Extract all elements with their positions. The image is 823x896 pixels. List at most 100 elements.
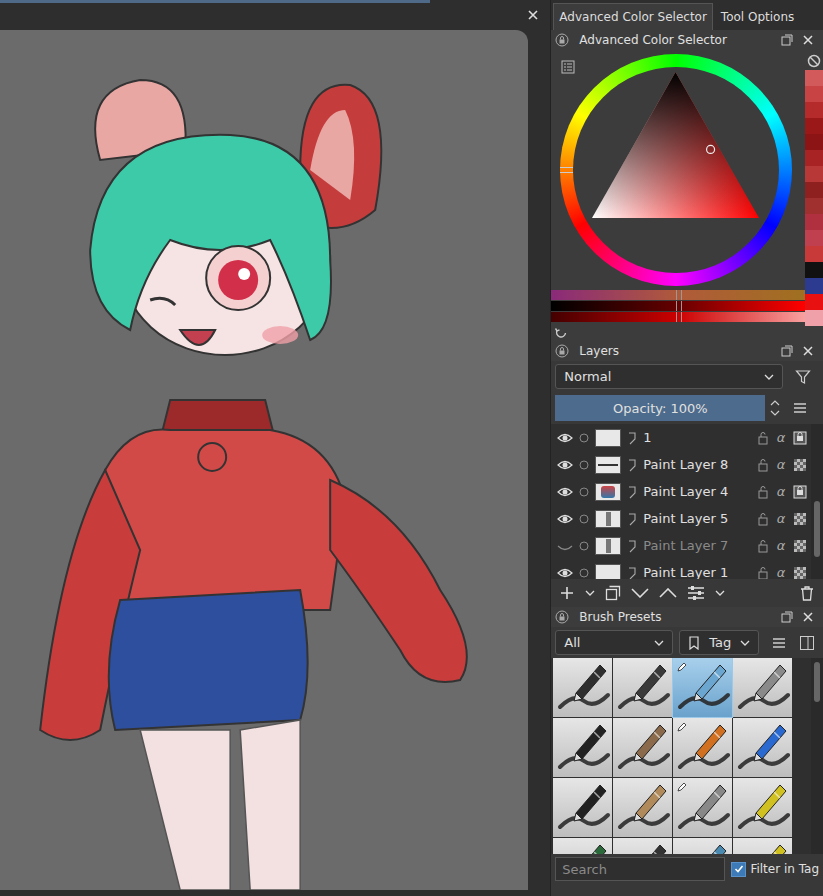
lock-icon[interactable] xyxy=(757,539,769,553)
eye-icon[interactable] xyxy=(557,459,573,471)
layer-row[interactable]: Paint Layer 8α xyxy=(551,451,811,478)
clear-history-icon[interactable] xyxy=(807,54,821,68)
layer-row[interactable]: Paint Layer 5α xyxy=(551,505,811,532)
brush-preset[interactable] xyxy=(553,778,612,837)
lock-icon[interactable] xyxy=(757,485,769,499)
brush-preset[interactable] xyxy=(673,778,732,837)
eye-icon[interactable] xyxy=(557,432,573,444)
lock-icon[interactable] xyxy=(555,344,569,358)
brush-preset[interactable] xyxy=(673,658,732,717)
lock-icon[interactable] xyxy=(555,610,569,624)
blend-mode-dropdown[interactable]: Normal xyxy=(555,364,783,389)
brush-preset[interactable] xyxy=(733,778,792,837)
lock-icon[interactable] xyxy=(757,566,769,580)
history-swatch[interactable] xyxy=(805,70,823,86)
color-slider[interactable] xyxy=(551,301,805,311)
alpha-lock-toggle[interactable]: α xyxy=(775,484,787,499)
alpha-lock-toggle[interactable]: α xyxy=(775,538,787,553)
close-icon[interactable] xyxy=(803,346,813,356)
layer-row[interactable]: Paint Layer 1α xyxy=(551,559,811,579)
lock-icon[interactable] xyxy=(757,512,769,526)
preset-search-field[interactable]: Search xyxy=(555,857,725,881)
properties-icon[interactable] xyxy=(687,585,705,601)
color-slider[interactable] xyxy=(551,290,805,300)
inherit-alpha-icon[interactable] xyxy=(793,566,807,580)
history-swatch[interactable] xyxy=(805,86,823,102)
color-slider[interactable] xyxy=(551,312,805,322)
opacity-slider[interactable]: Opacity: 100% xyxy=(555,395,765,421)
layer-row[interactable]: Paint Layer 4α xyxy=(551,478,811,505)
alpha-lock-toggle[interactable]: α xyxy=(775,457,787,472)
layer-row[interactable]: 1α xyxy=(551,424,811,451)
scrollbar[interactable] xyxy=(811,424,823,579)
eye-icon[interactable] xyxy=(557,486,573,498)
select-circle-icon[interactable] xyxy=(579,433,589,443)
trash-icon[interactable] xyxy=(799,585,815,601)
history-swatch[interactable] xyxy=(805,166,823,182)
history-swatch[interactable] xyxy=(805,310,823,326)
alpha-lock-toggle[interactable]: α xyxy=(775,430,787,445)
inherit-alpha-icon[interactable] xyxy=(793,539,807,553)
select-circle-icon[interactable] xyxy=(579,487,589,497)
brush-preset[interactable] xyxy=(733,838,792,854)
move-down-icon[interactable] xyxy=(631,588,649,598)
alpha-lock-toggle[interactable]: α xyxy=(775,511,787,526)
tag-dropdown[interactable]: Tag xyxy=(679,630,759,655)
inherit-alpha-icon[interactable] xyxy=(793,458,807,472)
brush-preset[interactable] xyxy=(613,718,672,777)
color-cursor[interactable] xyxy=(707,145,715,153)
inherit-alpha-on-icon[interactable] xyxy=(793,431,807,445)
lock-icon[interactable] xyxy=(555,33,569,47)
history-swatch[interactable] xyxy=(805,150,823,166)
lock-icon[interactable] xyxy=(757,458,769,472)
brush-preset[interactable] xyxy=(613,778,672,837)
refresh-icon[interactable] xyxy=(554,326,568,340)
history-swatch[interactable] xyxy=(805,294,823,310)
float-icon[interactable] xyxy=(781,34,793,46)
lock-icon[interactable] xyxy=(757,431,769,445)
grid-view-icon[interactable] xyxy=(799,635,815,651)
float-icon[interactable] xyxy=(781,345,793,357)
history-swatch[interactable] xyxy=(805,118,823,134)
eye-closed-icon[interactable] xyxy=(557,540,573,552)
spin-arrows-icon[interactable] xyxy=(770,397,780,419)
select-circle-icon[interactable] xyxy=(579,514,589,524)
brush-preset[interactable] xyxy=(553,658,612,717)
chevron-down-icon[interactable] xyxy=(585,590,595,596)
brush-preset[interactable] xyxy=(553,718,612,777)
canvas[interactable] xyxy=(0,30,528,890)
history-swatch[interactable] xyxy=(805,182,823,198)
close-icon[interactable] xyxy=(803,612,813,622)
history-swatch[interactable] xyxy=(805,278,823,294)
select-circle-icon[interactable] xyxy=(579,460,589,470)
alpha-lock-toggle[interactable]: α xyxy=(775,565,787,579)
history-swatch[interactable] xyxy=(805,262,823,278)
settings-icon[interactable] xyxy=(561,60,575,74)
docker-tab[interactable]: Tool Options xyxy=(715,3,800,30)
brush-preset[interactable] xyxy=(673,718,732,777)
brush-preset[interactable] xyxy=(553,838,612,854)
brush-preset[interactable] xyxy=(613,658,672,717)
preset-filter-dropdown[interactable]: All xyxy=(555,630,673,655)
hue-ring[interactable] xyxy=(560,54,792,286)
docker-tab[interactable]: Advanced Color Selector xyxy=(553,3,713,30)
brush-preset[interactable] xyxy=(733,718,792,777)
menu-icon[interactable] xyxy=(792,400,808,416)
move-up-icon[interactable] xyxy=(659,588,677,598)
scrollbar[interactable] xyxy=(811,658,823,854)
filter-in-tag-checkbox[interactable]: Filter in Tag xyxy=(731,862,819,877)
list-view-icon[interactable] xyxy=(771,635,787,651)
eye-icon[interactable] xyxy=(557,513,573,525)
inherit-alpha-icon[interactable] xyxy=(793,512,807,526)
brush-preset[interactable] xyxy=(613,838,672,854)
history-swatch[interactable] xyxy=(805,198,823,214)
select-circle-icon[interactable] xyxy=(579,568,589,578)
close-icon[interactable] xyxy=(803,35,813,45)
add-icon[interactable] xyxy=(559,585,575,601)
layer-row[interactable]: Paint Layer 7α xyxy=(551,532,811,559)
history-swatch[interactable] xyxy=(805,214,823,230)
filter-icon[interactable] xyxy=(795,369,811,385)
eye-icon[interactable] xyxy=(557,567,573,579)
select-circle-icon[interactable] xyxy=(579,541,589,551)
brush-preset[interactable] xyxy=(733,658,792,717)
